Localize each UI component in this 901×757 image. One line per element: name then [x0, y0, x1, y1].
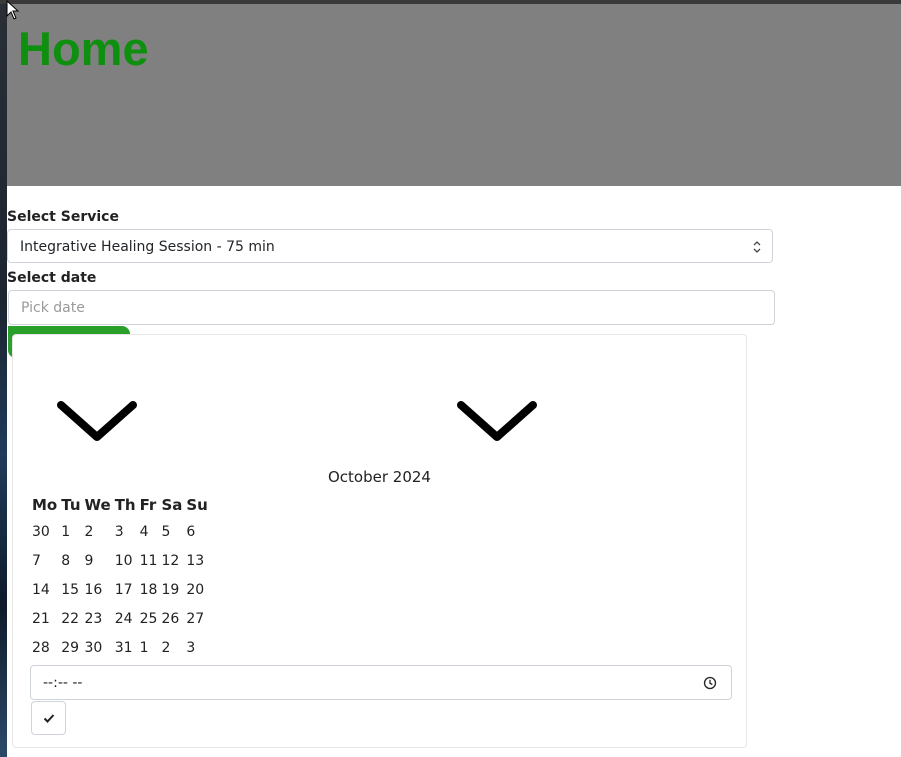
- next-month-chevron-down-icon[interactable]: [456, 399, 538, 443]
- calendar-day[interactable]: 25: [138, 604, 160, 633]
- calendar-day[interactable]: 3: [184, 633, 209, 662]
- weekday-label: Fr: [139, 496, 157, 514]
- weekday-header-row: Mo Tu We Th Fr Sa Su: [30, 493, 210, 517]
- service-select[interactable]: Integrative Healing Session - 75 min: [7, 229, 773, 263]
- calendar-day[interactable]: 5: [159, 517, 184, 546]
- calendar-day[interactable]: 18: [138, 575, 160, 604]
- weekday-label: Su: [186, 496, 208, 514]
- prev-month-chevron-down-icon[interactable]: [56, 399, 138, 443]
- calendar-day[interactable]: 1: [138, 633, 160, 662]
- time-input[interactable]: --:-- --: [30, 665, 732, 700]
- service-select-value: Integrative Healing Session - 75 min: [20, 239, 275, 255]
- month-title: October 2024: [328, 468, 431, 486]
- calendar-week-row: 30 1 2 3 4 5 6: [30, 517, 210, 546]
- calendar-day[interactable]: 14: [30, 575, 59, 604]
- page-title: Home: [18, 22, 149, 75]
- calendar-week-row: 7 8 9 10 11 12 13: [30, 546, 210, 575]
- calendar-day[interactable]: 9: [83, 546, 113, 575]
- datepicker-popup: October 2024 Mo Tu We Th Fr Sa Su 30 1 2…: [12, 334, 747, 748]
- calendar-day[interactable]: 17: [113, 575, 138, 604]
- weekday-label: Th: [114, 496, 136, 514]
- date-input[interactable]: Pick date: [8, 290, 775, 325]
- calendar-day[interactable]: 6: [184, 517, 209, 546]
- calendar-day[interactable]: 10: [113, 546, 138, 575]
- updown-chevron-icon: [753, 241, 761, 253]
- page-header: Home: [7, 4, 901, 186]
- calendar-day[interactable]: 11: [138, 546, 160, 575]
- calendar-day[interactable]: 27: [184, 604, 209, 633]
- calendar-day[interactable]: 29: [59, 633, 82, 662]
- calendar-day[interactable]: 1: [59, 517, 82, 546]
- calendar-day[interactable]: 16: [83, 575, 113, 604]
- mouse-cursor-icon: [6, 0, 20, 20]
- calendar-day[interactable]: 12: [159, 546, 184, 575]
- weekday-label: Mo: [32, 496, 58, 514]
- weekday-label: We: [84, 496, 111, 514]
- calendar-day[interactable]: 4: [138, 517, 160, 546]
- calendar-day[interactable]: 28: [30, 633, 59, 662]
- service-label: Select Service: [7, 209, 119, 225]
- calendar-day[interactable]: 19: [159, 575, 184, 604]
- clock-icon[interactable]: [703, 676, 717, 690]
- calendar-day[interactable]: 22: [59, 604, 82, 633]
- calendar-day[interactable]: 8: [59, 546, 82, 575]
- calendar-day[interactable]: 2: [159, 633, 184, 662]
- desktop-wallpaper: [0, 0, 7, 757]
- calendar-day[interactable]: 30: [83, 633, 113, 662]
- date-label: Select date: [7, 270, 97, 286]
- check-icon: [43, 714, 55, 723]
- calendar-day[interactable]: 3: [113, 517, 138, 546]
- calendar-grid: Mo Tu We Th Fr Sa Su 30 1 2 3 4 5 6 7 8: [30, 493, 210, 662]
- date-placeholder: Pick date: [21, 300, 85, 316]
- calendar-day[interactable]: 26: [159, 604, 184, 633]
- calendar-day[interactable]: 13: [184, 546, 209, 575]
- calendar-week-row: 28 29 30 31 1 2 3: [30, 633, 210, 662]
- calendar-day[interactable]: 30: [30, 517, 59, 546]
- confirm-button[interactable]: [31, 701, 66, 735]
- calendar-day[interactable]: 2: [83, 517, 113, 546]
- weekday-label: Sa: [161, 496, 183, 514]
- calendar-day[interactable]: 23: [83, 604, 113, 633]
- calendar-day[interactable]: 31: [113, 633, 138, 662]
- calendar-day[interactable]: 20: [184, 575, 209, 604]
- time-input-value: --:-- --: [43, 675, 83, 691]
- calendar-week-row: 14 15 16 17 18 19 20: [30, 575, 210, 604]
- weekday-label: Tu: [61, 496, 81, 514]
- calendar-day[interactable]: 7: [30, 546, 59, 575]
- calendar-week-row: 21 22 23 24 25 26 27: [30, 604, 210, 633]
- calendar-day[interactable]: 24: [113, 604, 138, 633]
- calendar-day[interactable]: 15: [59, 575, 82, 604]
- calendar-day[interactable]: 21: [30, 604, 59, 633]
